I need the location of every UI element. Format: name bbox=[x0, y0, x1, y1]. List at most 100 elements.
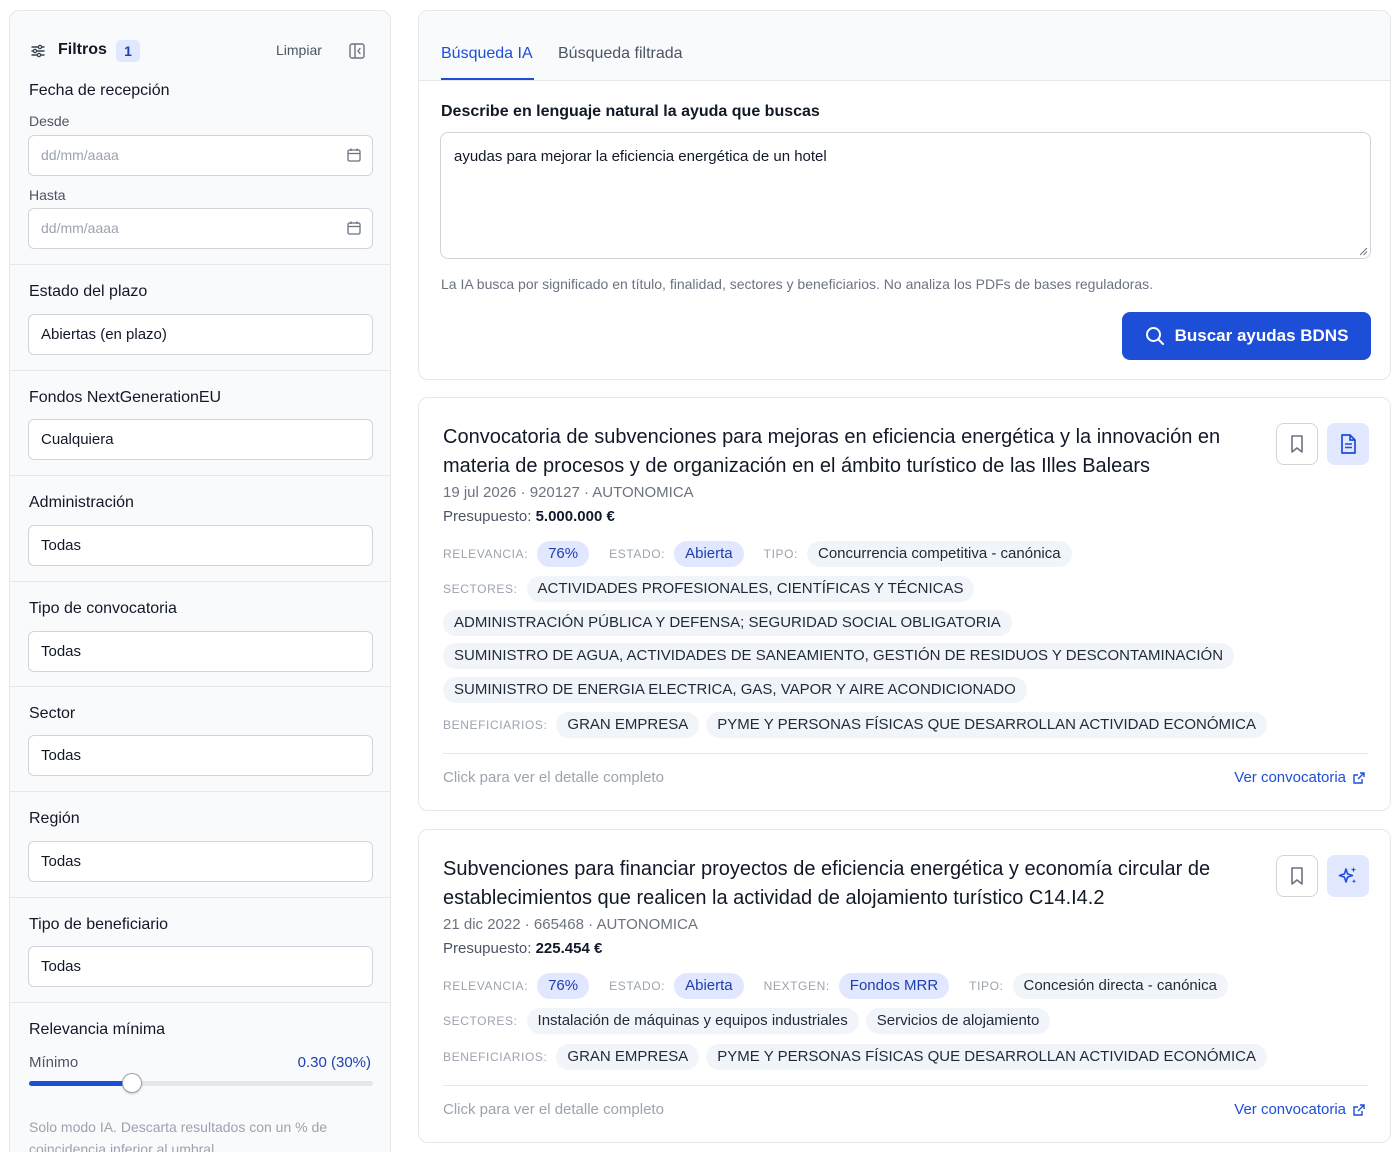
nextgen-filter-section: Fondos NextGenerationEU Cualquiera bbox=[10, 370, 390, 475]
result-tags-row: RELEVANCIA: 76% ESTADO: Abierta TIPO: Co… bbox=[443, 541, 1072, 567]
beneficiaries-row: BENEFICIARIOS: GRAN EMPRESA PYME Y PERSO… bbox=[443, 712, 1268, 738]
collapse-sidebar-icon[interactable] bbox=[348, 42, 366, 60]
administration-select[interactable]: Todas bbox=[28, 525, 373, 566]
beneficiary-select[interactable]: Todas bbox=[28, 946, 373, 987]
filter-sliders-icon bbox=[31, 44, 45, 58]
calendar-icon[interactable] bbox=[346, 220, 362, 236]
sector-tag: Instalación de máquinas y equipos indust… bbox=[526, 1008, 859, 1034]
sector-filter-label: Sector bbox=[29, 705, 76, 722]
region-select[interactable]: Todas bbox=[28, 841, 373, 882]
card-divider bbox=[443, 753, 1368, 754]
call-type-filter-section: Tipo de convocatoria Todas bbox=[10, 581, 390, 686]
result-meta: 21 dic 2022 · 665468 · AUTONOMICA bbox=[443, 916, 698, 933]
sectors-key: SECTORES: bbox=[443, 1014, 518, 1028]
date-filter-label: Fecha de recepción bbox=[29, 82, 170, 99]
search-button-label: Buscar ayudas BDNS bbox=[1174, 326, 1349, 345]
relevance-slider-fill bbox=[29, 1081, 133, 1086]
result-meta: 19 jul 2026 · 920127 · AUTONOMICA bbox=[443, 484, 694, 501]
bookmark-button[interactable] bbox=[1276, 423, 1318, 465]
beneficiary-filter-section: Tipo de beneficiario Todas bbox=[10, 897, 390, 1002]
clear-filters-button[interactable]: Limpiar bbox=[276, 42, 322, 58]
region-filter-label: Región bbox=[29, 810, 80, 827]
query-label: Describe en lenguaje natural la ayuda qu… bbox=[441, 103, 820, 120]
type-key: TIPO: bbox=[763, 547, 798, 561]
active-filters-badge: 1 bbox=[116, 40, 140, 62]
tab-ai-search[interactable]: Búsqueda IA bbox=[441, 45, 533, 63]
beneficiary-tag: GRAN EMPRESA bbox=[556, 712, 700, 738]
detail-hint: Click para ver el detalle completo bbox=[443, 1101, 664, 1118]
nextgen-key: NEXTGEN: bbox=[763, 979, 830, 993]
relevance-key: RELEVANCIA: bbox=[443, 547, 529, 561]
relevance-key: RELEVANCIA: bbox=[443, 979, 529, 993]
date-filter-section: Fecha de recepción Desde dd/mm/aaaa Hast… bbox=[10, 71, 390, 264]
search-panel: Búsqueda IA Búsqueda filtrada Describe e… bbox=[418, 10, 1391, 380]
nextgen-select[interactable]: Cualquiera bbox=[28, 419, 373, 460]
document-icon bbox=[1341, 434, 1356, 454]
relevance-slider[interactable] bbox=[29, 1073, 373, 1093]
sectors-row: SUMINISTRO DE ENERGIA ELECTRICA, GAS, VA… bbox=[443, 677, 1027, 703]
date-from-input[interactable]: dd/mm/aaaa bbox=[28, 135, 373, 176]
administration-filter-label: Administración bbox=[29, 494, 134, 511]
search-button[interactable]: Buscar ayudas BDNS bbox=[1122, 312, 1371, 360]
status-badge: Abierta bbox=[674, 973, 744, 999]
result-budget: Presupuesto: 5.000.000 € bbox=[443, 508, 615, 525]
sector-tag: Servicios de alojamiento bbox=[865, 1008, 1051, 1034]
date-from-label: Desde bbox=[29, 113, 70, 129]
type-badge: Concurrencia competitiva - canónica bbox=[806, 541, 1072, 567]
sector-tag: SUMINISTRO DE AGUA, ACTIVIDADES DE SANEA… bbox=[443, 643, 1235, 669]
sector-tag: SUMINISTRO DE ENERGIA ELECTRICA, GAS, VA… bbox=[443, 677, 1027, 703]
result-card[interactable]: Subvenciones para financiar proyectos de… bbox=[418, 829, 1391, 1143]
deadline-filter-section: Estado del plazo Abiertas (en plazo) bbox=[10, 264, 390, 370]
budget-value: 225.454 € bbox=[535, 940, 603, 957]
nextgen-filter-label: Fondos NextGenerationEU bbox=[29, 389, 222, 406]
document-button[interactable] bbox=[1327, 423, 1369, 465]
relevance-badge: 76% bbox=[537, 541, 590, 567]
beneficiaries-row: BENEFICIARIOS: GRAN EMPRESA PYME Y PERSO… bbox=[443, 1044, 1268, 1070]
card-divider bbox=[443, 1085, 1368, 1086]
view-call-label[interactable]: Ver convocatoria bbox=[1234, 1101, 1346, 1118]
query-text: ayudas para mejorar la eficiencia energé… bbox=[454, 148, 827, 165]
active-tab-indicator bbox=[441, 78, 534, 80]
bookmark-button[interactable] bbox=[1276, 855, 1318, 897]
ai-summary-button[interactable] bbox=[1327, 855, 1369, 897]
filters-sidebar: Filtros 1 Limpiar Fecha de recepción Des… bbox=[9, 10, 391, 1152]
sectors-row: SECTORES: Instalación de máquinas y equi… bbox=[443, 1008, 1051, 1034]
date-to-input[interactable]: dd/mm/aaaa bbox=[28, 208, 373, 249]
relevance-badge: 76% bbox=[537, 973, 590, 999]
relevance-value: 0.30 (30%) bbox=[297, 1054, 371, 1071]
beneficiaries-key: BENEFICIARIOS: bbox=[443, 718, 548, 732]
call-type-select[interactable]: Todas bbox=[28, 631, 373, 672]
relevance-filter-section: Relevancia mínima Mínimo 0.30 (30%) Solo… bbox=[10, 1002, 390, 1152]
detail-hint: Click para ver el detalle completo bbox=[443, 769, 664, 786]
view-call-label[interactable]: Ver convocatoria bbox=[1234, 769, 1346, 786]
status-key: ESTADO: bbox=[609, 547, 666, 561]
view-call-link[interactable]: Ver convocatoria bbox=[1234, 1101, 1366, 1118]
nextgen-badge: Fondos MRR bbox=[838, 973, 950, 999]
deadline-filter-label: Estado del plazo bbox=[29, 283, 148, 300]
view-call-link[interactable]: Ver convocatoria bbox=[1234, 769, 1366, 786]
sectors-row: SUMINISTRO DE AGUA, ACTIVIDADES DE SANEA… bbox=[443, 643, 1235, 669]
result-budget: Presupuesto: 225.454 € bbox=[443, 940, 602, 957]
tab-filtered-search[interactable]: Búsqueda filtrada bbox=[558, 45, 683, 63]
calendar-icon[interactable] bbox=[346, 147, 362, 163]
sectors-key: SECTORES: bbox=[443, 582, 518, 596]
relevance-filter-label: Relevancia mínima bbox=[29, 1021, 166, 1038]
region-filter-section: Región Todas bbox=[10, 791, 390, 897]
query-hint: La IA busca por significado en título, f… bbox=[441, 276, 1154, 292]
sector-tag: ACTIVIDADES PROFESIONALES, CIENTÍFICAS Y… bbox=[526, 576, 975, 602]
filters-title: Filtros bbox=[58, 41, 107, 58]
sparkles-icon bbox=[1338, 867, 1357, 884]
deadline-select[interactable]: Abiertas (en plazo) bbox=[28, 314, 373, 355]
result-card[interactable]: Convocatoria de subvenciones para mejora… bbox=[418, 397, 1391, 811]
result-title[interactable]: Convocatoria de subvenciones para mejora… bbox=[443, 423, 1251, 481]
result-title[interactable]: Subvenciones para financiar proyectos de… bbox=[443, 855, 1251, 913]
status-badge: Abierta bbox=[674, 541, 744, 567]
query-textarea[interactable]: ayudas para mejorar la eficiencia energé… bbox=[440, 132, 1371, 259]
sector-select[interactable]: Todas bbox=[28, 735, 373, 776]
beneficiary-tag: GRAN EMPRESA bbox=[556, 1044, 700, 1070]
relevance-slider-thumb[interactable] bbox=[122, 1073, 143, 1093]
resize-grip-icon[interactable] bbox=[1358, 246, 1368, 256]
external-link-icon bbox=[1353, 1103, 1365, 1116]
type-key: TIPO: bbox=[969, 979, 1004, 993]
search-icon bbox=[1145, 327, 1164, 345]
